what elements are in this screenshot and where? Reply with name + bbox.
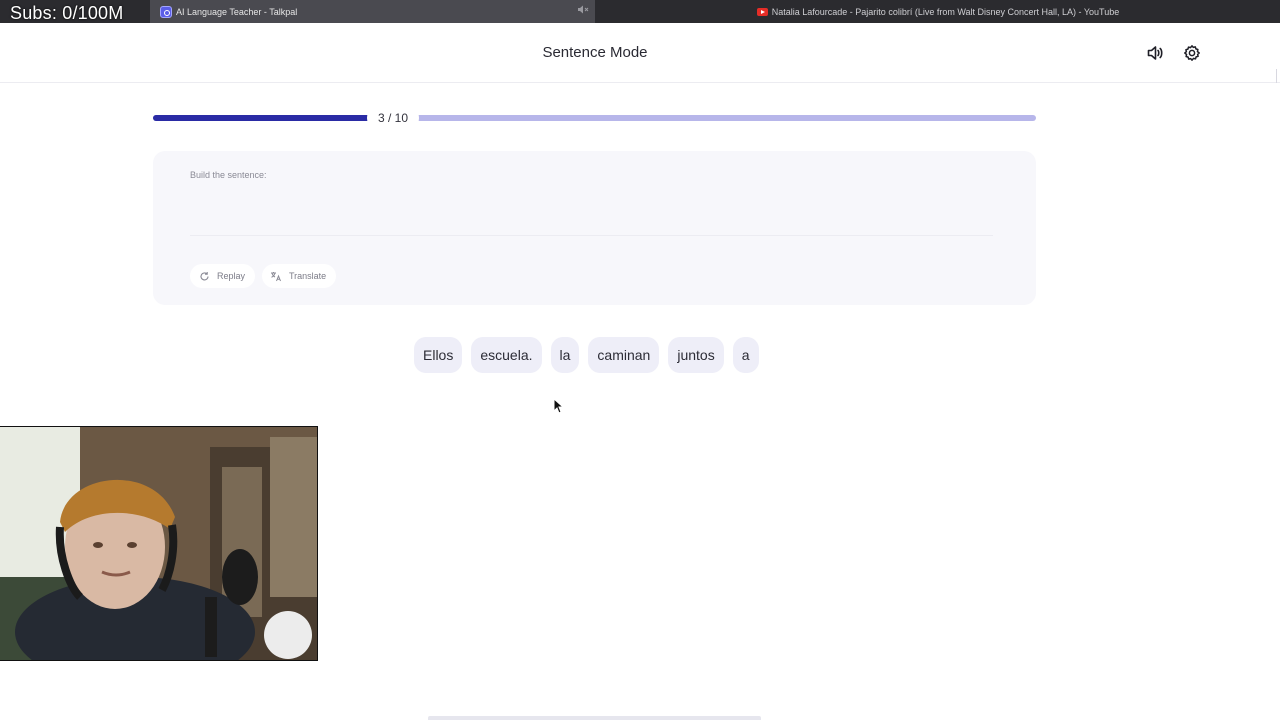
translate-label: Translate: [289, 271, 327, 281]
panel-edge: [1276, 69, 1280, 83]
speaker-icon: [1147, 46, 1163, 60]
replay-button[interactable]: Replay: [190, 264, 256, 288]
bottom-panel-handle: [428, 716, 761, 720]
browser-tab-youtube[interactable]: Natalia Lafourcade - Pajarito colibrí (L…: [596, 0, 1280, 23]
browser-tab-title: AI Language Teacher - Talkpal: [176, 6, 298, 17]
app-header: Sentence Mode: [0, 23, 1280, 83]
word-chip[interactable]: escuela.: [471, 337, 542, 373]
webcam-overlay: [0, 426, 318, 661]
replay-icon: [198, 270, 210, 282]
page-title: Sentence Mode: [542, 44, 648, 61]
translate-icon: [270, 270, 282, 282]
stream-subs-counter: Subs: 0/100M: [10, 3, 124, 23]
youtube-icon: [756, 7, 768, 16]
sound-button[interactable]: [1144, 42, 1166, 64]
replay-label: Replay: [217, 271, 246, 281]
speaker-muted-icon[interactable]: [577, 5, 589, 16]
browser-tab-title: Natalia Lafourcade - Pajarito colibrí (L…: [771, 6, 1120, 17]
talkpal-icon: [160, 5, 172, 18]
word-chip[interactable]: caminan: [588, 337, 660, 373]
mouse-cursor-icon: [553, 397, 565, 414]
gear-icon: [1184, 45, 1200, 61]
word-chip[interactable]: juntos: [668, 337, 724, 373]
word-chip[interactable]: Ellos: [414, 337, 463, 373]
sentence-card: Build the sentence: Replay Translate: [153, 151, 1036, 305]
sentence-prompt: Build the sentence:: [190, 170, 267, 180]
word-chip[interactable]: a: [732, 337, 759, 373]
settings-button[interactable]: [1181, 42, 1203, 64]
word-chip[interactable]: la: [550, 337, 580, 373]
word-bank: Ellos escuela. la caminan juntos a: [414, 337, 759, 373]
streamer-webcam-image: [0, 427, 317, 660]
browser-tab-bar: AI Language Teacher - Talkpal Natalia La…: [0, 0, 1280, 23]
translate-button[interactable]: Translate: [262, 264, 337, 288]
browser-tab-talkpal[interactable]: AI Language Teacher - Talkpal: [150, 0, 595, 23]
progress-fill: [153, 115, 368, 121]
lesson-progress: 3 / 10: [153, 105, 1036, 131]
answer-drop-area[interactable]: [190, 235, 993, 236]
progress-label: 3 / 10: [367, 105, 419, 131]
